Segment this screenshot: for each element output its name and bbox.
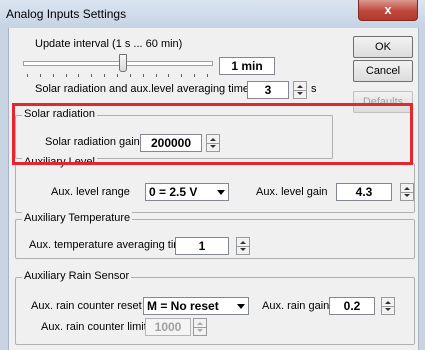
dialog-body: Update interval (1 s ... 60 min) 1 min S… <box>8 28 419 350</box>
aux-level-gain-spinner[interactable] <box>400 183 414 201</box>
dialog-window: Analog Inputs Settings x Update interval… <box>0 0 425 350</box>
update-interval-label: Update interval (1 s ... 60 min) <box>35 38 183 50</box>
aux-level-range-label: Aux. level range <box>51 186 130 198</box>
slider-tick <box>39 74 41 77</box>
aux-rain-limit-input[interactable]: 1000 <box>145 318 191 336</box>
slider-tick <box>78 74 80 77</box>
slider-tick <box>129 74 131 77</box>
aux-rain-gain-input[interactable]: 0.2 <box>329 297 375 315</box>
averaging-time-spinner[interactable] <box>293 81 307 99</box>
update-interval-slider[interactable] <box>118 54 127 72</box>
aux-rain-gain-spinner[interactable] <box>381 297 395 315</box>
aux-level-range-value: 0 = 2.5 V <box>149 185 198 199</box>
window-title: Analog Inputs Settings <box>6 7 127 21</box>
slider-tick <box>207 74 208 77</box>
close-icon: x <box>384 2 392 17</box>
ok-button[interactable]: OK <box>353 36 413 58</box>
aux-temp-averaging-spinner[interactable] <box>236 237 250 255</box>
highlight-box <box>12 103 413 165</box>
aux-rain-group-title: Auxiliary Rain Sensor <box>22 270 132 282</box>
aux-level-range-select[interactable]: 0 = 2.5 V <box>145 183 229 201</box>
aux-rain-reset-select[interactable]: M = No reset <box>143 297 249 315</box>
cancel-button[interactable]: Cancel <box>353 60 413 82</box>
slider-tick <box>117 74 118 77</box>
aux-rain-gain-label: Aux. rain gain <box>262 300 330 312</box>
aux-temperature-group-title: Auxiliary Temperature <box>22 212 133 224</box>
aux-rain-reset-label: Aux. rain counter reset <box>31 300 142 312</box>
slider-tick <box>155 74 157 77</box>
averaging-time-label: Solar radiation and aux.level averaging … <box>35 83 250 95</box>
slider-tick <box>27 74 28 77</box>
chevron-down-icon <box>237 304 245 309</box>
averaging-time-unit: s <box>311 83 317 95</box>
update-interval-value: 1 min <box>219 57 275 75</box>
aux-level-gain-label: Aux. level gain <box>256 186 328 198</box>
slider-tick <box>52 74 54 77</box>
slider-tick <box>168 74 170 77</box>
aux-temp-averaging-label: Aux. temperature averaging time <box>29 239 189 251</box>
aux-rain-reset-value: M = No reset <box>147 299 219 313</box>
aux-rain-limit-label: Aux. rain counter limit <box>41 321 147 333</box>
aux-level-gain-input[interactable]: 4.3 <box>336 183 392 201</box>
slider-tick <box>142 74 144 77</box>
title-bar[interactable]: Analog Inputs Settings x <box>0 0 425 28</box>
slider-tick <box>104 74 106 77</box>
aux-temp-averaging-input[interactable]: 1 <box>175 237 229 255</box>
close-button[interactable]: x <box>358 0 418 21</box>
aux-rain-limit-spinner[interactable] <box>193 318 207 336</box>
slider-tick <box>65 74 67 77</box>
slider-tick <box>194 74 196 77</box>
chevron-down-icon <box>217 190 225 195</box>
averaging-time-input[interactable]: 3 <box>247 81 289 99</box>
slider-tick <box>91 74 93 77</box>
slider-tick <box>181 74 183 77</box>
